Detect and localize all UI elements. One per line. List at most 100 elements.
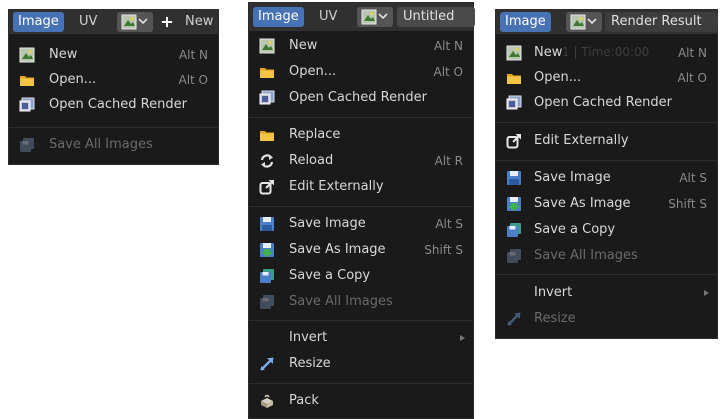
plus-icon[interactable] bbox=[161, 16, 173, 28]
image-browse-button[interactable] bbox=[117, 12, 153, 32]
menu-item-resize[interactable]: Resize bbox=[249, 353, 473, 375]
menu-item-label: New bbox=[289, 38, 318, 53]
save-all-icon bbox=[507, 249, 521, 263]
menu-item-save-image[interactable]: Save Image Alt S bbox=[496, 167, 717, 189]
save-as-icon bbox=[260, 243, 274, 257]
menu-item-label: Save All Images bbox=[534, 248, 638, 263]
menu-item-replace[interactable]: Replace bbox=[249, 124, 473, 146]
shortcut-label: Shift S bbox=[668, 197, 707, 211]
folder-icon bbox=[260, 131, 274, 141]
edit-external-icon bbox=[259, 179, 275, 195]
menu-item-label: New bbox=[49, 47, 78, 62]
menu-item-label: Open... bbox=[49, 72, 97, 87]
menu-separator bbox=[9, 127, 218, 128]
menu-item-label: Save Image bbox=[534, 170, 611, 185]
save-all-icon bbox=[260, 295, 274, 309]
menu-separator bbox=[496, 274, 717, 275]
reload-icon bbox=[259, 153, 275, 169]
menu-item-label: Open... bbox=[289, 64, 337, 79]
shortcut-label: Alt N bbox=[677, 46, 707, 60]
menu-uv-button[interactable]: UV bbox=[79, 12, 97, 32]
menu-item-label: Reload bbox=[289, 153, 334, 168]
menu-item-open-cached-render[interactable]: Open Cached Render bbox=[249, 87, 473, 109]
menu-image-button[interactable]: Image bbox=[500, 12, 551, 32]
menu-item-save-a-copy[interactable]: Save a Copy bbox=[249, 265, 473, 287]
save-copy-icon bbox=[507, 223, 521, 237]
folder-icon bbox=[260, 68, 274, 78]
edit-external-icon bbox=[506, 133, 522, 149]
menu-item-open-cached-render[interactable]: Open Cached Render bbox=[9, 94, 218, 116]
menu-item-save-all-images: Save All Images bbox=[9, 134, 218, 156]
menu-item-pack[interactable]: Pack bbox=[249, 390, 473, 412]
shortcut-label: Alt O bbox=[433, 65, 463, 79]
menu-item-label: New bbox=[534, 45, 563, 60]
menu-item-label: Save a Copy bbox=[534, 222, 616, 237]
folder-icon bbox=[20, 76, 34, 86]
menu-item-save-all-images: Save All Images bbox=[496, 245, 717, 267]
menu-item-save-as-image[interactable]: Save As Image Shift S bbox=[249, 239, 473, 261]
menu-item-save-a-copy[interactable]: Save a Copy bbox=[496, 219, 717, 241]
image-name-field[interactable]: Untitled bbox=[397, 7, 475, 27]
menu-item-new[interactable]: New Alt N bbox=[496, 42, 717, 64]
image-icon bbox=[361, 9, 377, 25]
menu-item-save-image[interactable]: Save Image Alt S bbox=[249, 213, 473, 235]
chevron-down-icon bbox=[138, 18, 148, 24]
new-image-button[interactable]: New bbox=[185, 12, 213, 32]
image-new-icon bbox=[19, 47, 35, 63]
menu-item-label: Save a Copy bbox=[289, 268, 371, 283]
image-menu-panel-compact: Image UV New New Alt N Open... Alt O Ope… bbox=[8, 9, 219, 165]
menu-item-label: Save All Images bbox=[289, 294, 393, 309]
cached-render-icon bbox=[259, 90, 275, 105]
cached-render-icon bbox=[506, 95, 522, 110]
shortcut-label: Shift S bbox=[424, 243, 463, 257]
menu-uv-button[interactable]: UV bbox=[319, 7, 337, 27]
menu-item-label: Edit Externally bbox=[534, 133, 629, 148]
menu-separator bbox=[249, 320, 473, 321]
save-all-icon bbox=[20, 138, 34, 152]
menu-item-save-as-image[interactable]: Save As Image Shift S bbox=[496, 193, 717, 215]
menu-item-label: Save As Image bbox=[534, 196, 631, 211]
menu-item-invert[interactable]: Invert bbox=[496, 282, 717, 304]
menu-image-button[interactable]: Image bbox=[13, 12, 64, 32]
menu-item-new[interactable]: New Alt N bbox=[249, 35, 473, 57]
menu-item-open[interactable]: Open... Alt O bbox=[249, 61, 473, 83]
menu-item-label: Open Cached Render bbox=[49, 97, 187, 112]
menu-item-label: Open Cached Render bbox=[289, 90, 427, 105]
menu-item-label: Save Image bbox=[289, 216, 366, 231]
menu-item-label: Edit Externally bbox=[289, 179, 384, 194]
shortcut-label: Alt N bbox=[178, 48, 208, 62]
menu-item-open[interactable]: Open... Alt O bbox=[9, 69, 218, 91]
submenu-arrow-icon bbox=[460, 335, 465, 341]
menu-item-label: Resize bbox=[534, 311, 576, 326]
menu-item-edit-externally[interactable]: Edit Externally bbox=[496, 130, 717, 152]
menu-separator bbox=[249, 206, 473, 207]
menu-item-new[interactable]: New Alt N bbox=[9, 44, 218, 66]
image-menu-panel-full: Image UV Untitled New Alt N Open... Alt … bbox=[248, 2, 475, 419]
folder-icon bbox=[507, 74, 521, 84]
shortcut-label: Alt O bbox=[677, 71, 707, 85]
resize-icon bbox=[259, 356, 275, 372]
menu-item-open[interactable]: Open... Alt O bbox=[496, 67, 717, 89]
image-name-field[interactable]: Render Result bbox=[605, 12, 718, 32]
menu-image-button[interactable]: Image bbox=[253, 7, 304, 27]
submenu-arrow-icon bbox=[704, 290, 709, 296]
save-icon bbox=[507, 171, 521, 185]
menu-item-invert[interactable]: Invert bbox=[249, 327, 473, 349]
menu-item-label: Open... bbox=[534, 70, 582, 85]
image-new-icon bbox=[506, 45, 522, 61]
menu-item-resize: Resize bbox=[496, 308, 717, 330]
shortcut-label: Alt S bbox=[435, 217, 463, 231]
menu-item-open-cached-render[interactable]: Open Cached Render bbox=[496, 92, 717, 114]
shortcut-label: Alt O bbox=[178, 73, 208, 87]
menu-item-reload[interactable]: Reload Alt R bbox=[249, 150, 473, 172]
image-browse-button[interactable] bbox=[566, 12, 602, 32]
image-browse-button[interactable] bbox=[357, 7, 393, 27]
menu-separator bbox=[249, 117, 473, 118]
menu-item-label: Save All Images bbox=[49, 137, 153, 152]
menu-item-label: Pack bbox=[289, 393, 319, 408]
shortcut-label: Alt N bbox=[433, 39, 463, 53]
save-as-icon bbox=[507, 197, 521, 211]
menu-item-edit-externally[interactable]: Edit Externally bbox=[249, 176, 473, 198]
menu-separator bbox=[496, 122, 717, 123]
menu-item-label: Resize bbox=[289, 356, 331, 371]
